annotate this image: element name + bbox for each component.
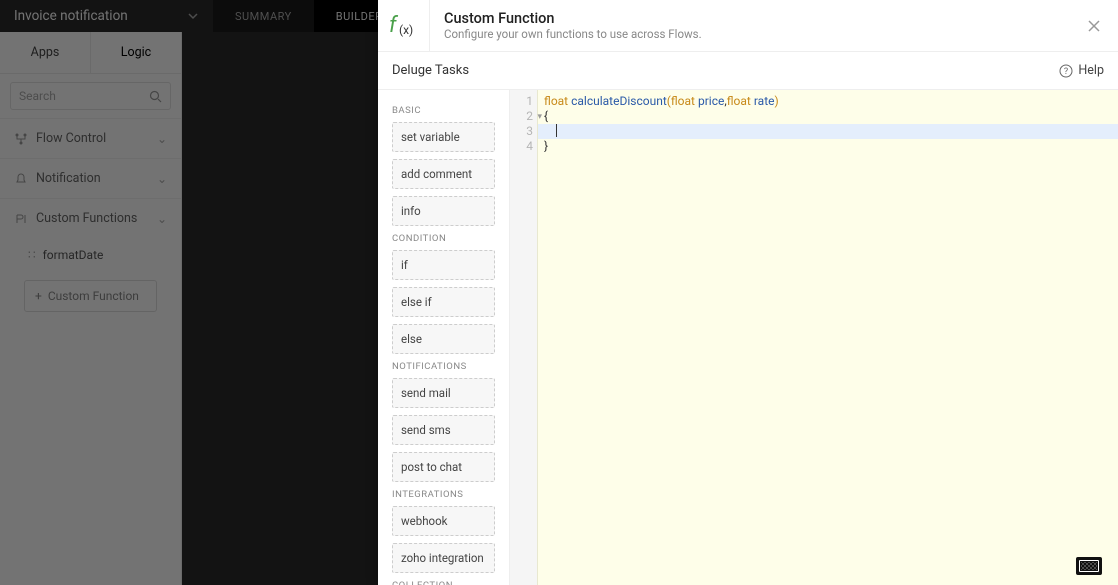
code-area[interactable]: float calculateDiscount(float price,floa… [538, 90, 1118, 585]
keyboard-shortcuts-icon[interactable] [1076, 557, 1102, 575]
task-post-to-chat[interactable]: post to chat [392, 452, 495, 482]
line-number: 3 [510, 124, 533, 139]
task-send-mail[interactable]: send mail [392, 378, 495, 408]
task-info[interactable]: info [392, 196, 495, 226]
editor-gutter: 1 2▾ 3 4 [510, 90, 538, 585]
line-number: 1 [510, 94, 533, 109]
code-line: float calculateDiscount(float price,floa… [538, 94, 1118, 109]
line-number: 4 [510, 139, 533, 154]
task-category-header: CONDITION [392, 233, 495, 244]
help-button[interactable]: ? Help [1059, 63, 1104, 78]
svg-text:f: f [389, 13, 399, 38]
deluge-task-panel: BASIC set variable add comment info COND… [378, 90, 510, 585]
svg-text:?: ? [1064, 67, 1068, 77]
modal-toolbar: Deluge Tasks ? Help [378, 52, 1118, 90]
task-send-sms[interactable]: send sms [392, 415, 495, 445]
help-icon: ? [1059, 64, 1073, 78]
task-category-header: NOTIFICATIONS [392, 361, 495, 372]
task-add-comment[interactable]: add comment [392, 159, 495, 189]
task-else-if[interactable]: else if [392, 287, 495, 317]
task-category-header: INTEGRATIONS [392, 489, 495, 500]
line-number: 2▾ [510, 109, 533, 124]
task-zoho-integration[interactable]: zoho integration [392, 543, 495, 573]
task-else[interactable]: else [392, 324, 495, 354]
custom-function-modal: f (x) Custom Function Configure your own… [378, 0, 1118, 585]
task-category-header: BASIC [392, 105, 495, 116]
modal-header: f (x) Custom Function Configure your own… [378, 0, 1118, 52]
code-line: { [538, 109, 1118, 124]
code-line-active [538, 124, 1118, 139]
modal-title: Custom Function [444, 10, 1056, 27]
task-category-header: COLLECTION [392, 580, 495, 585]
fx-icon: f (x) [378, 0, 430, 51]
modal-subtitle: Configure your own functions to use acro… [444, 27, 1056, 41]
svg-text:(x): (x) [399, 23, 413, 37]
close-button[interactable] [1070, 0, 1118, 51]
help-label: Help [1078, 63, 1104, 78]
toolbar-label: Deluge Tasks [392, 63, 469, 78]
task-set-variable[interactable]: set variable [392, 122, 495, 152]
task-if[interactable]: if [392, 250, 495, 280]
task-webhook[interactable]: webhook [392, 506, 495, 536]
code-editor[interactable]: 1 2▾ 3 4 float calculateDiscount(float p… [510, 90, 1118, 585]
code-line: } [538, 139, 1118, 154]
text-cursor [556, 124, 557, 137]
